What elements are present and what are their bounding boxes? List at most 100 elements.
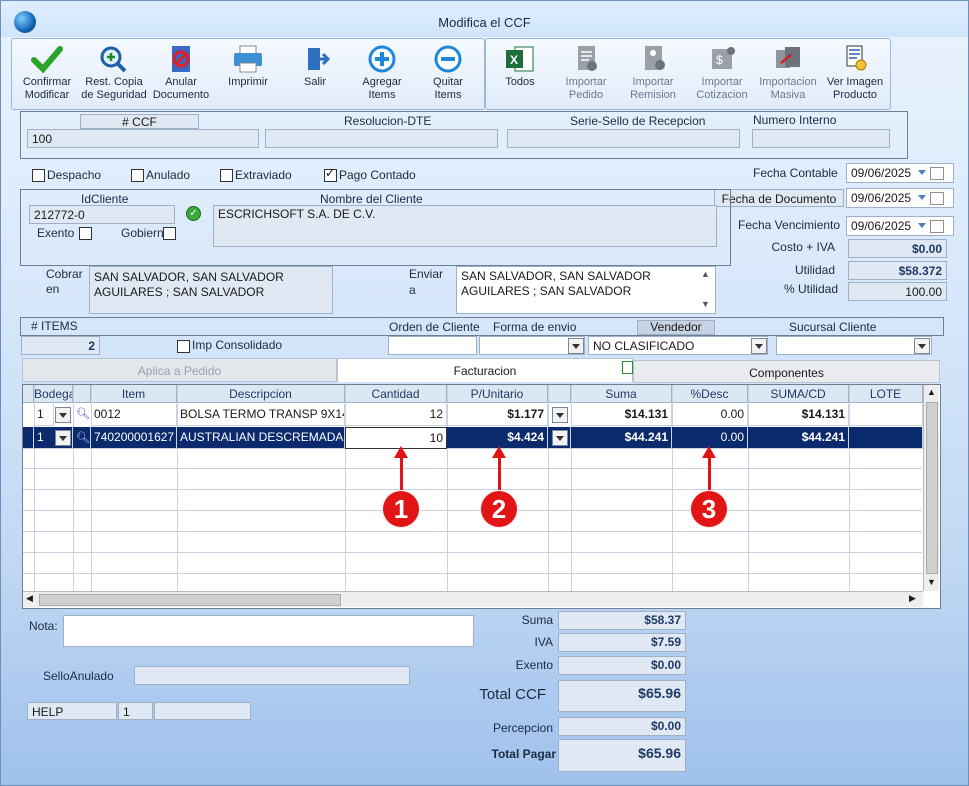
col-lote: LOTE	[849, 385, 923, 403]
row-indicator-header	[23, 385, 34, 403]
scroll-thumb[interactable]	[926, 402, 938, 574]
table-row-2-descripcion[interactable]: AUSTRALIAN DESCREMADA	[177, 427, 345, 449]
gobierno-checkbox[interactable]	[163, 227, 176, 240]
ccf-number-field[interactable]: 100	[27, 129, 259, 148]
cobrar-address-field[interactable]: SAN SALVADOR, SAN SALVADOR AGUILARES ; S…	[89, 266, 333, 314]
scroll-down-icon[interactable]: ▼	[701, 299, 710, 309]
import-order-button[interactable]: Importar Pedido	[551, 41, 621, 107]
table-row-1-punitario[interactable]: $1.177	[447, 404, 548, 426]
tab-componentes[interactable]: Componentes	[633, 360, 940, 383]
table-row-2-sumacd: $44.241	[748, 427, 849, 449]
exit-button[interactable]: Salir	[280, 41, 350, 107]
vendedor-dropdown[interactable]	[751, 338, 767, 354]
bodega-dropdown[interactable]	[55, 430, 71, 446]
ccf-window: Modifica el CCF Confirmar Modificar Rest.…	[0, 0, 969, 786]
check-icon	[31, 46, 63, 73]
import-remision-label-2: Remision	[630, 89, 676, 101]
bodega-dropdown[interactable]	[55, 407, 71, 423]
restore-backup-button[interactable]: Rest. Copia de Seguridad	[79, 41, 149, 107]
suma-label: Suma	[521, 613, 553, 627]
search-item-cell[interactable]: 🔍︎	[73, 427, 91, 449]
view-image-button[interactable]: Ver Imagen Producto	[820, 41, 890, 107]
pct-utilidad-label: % Utilidad	[783, 282, 838, 296]
table-row-2-item[interactable]: 740200001627	[91, 427, 177, 449]
cancel-document-button[interactable]: Anular Documento	[146, 41, 216, 107]
extraviado-checkbox[interactable]	[220, 169, 233, 182]
annotation-arrow-3	[708, 457, 711, 490]
nota-field[interactable]	[63, 615, 474, 647]
sucursal-dropdown[interactable]	[914, 338, 930, 354]
cancel-doc-label-2: Documento	[152, 89, 210, 101]
table-row-1-desc[interactable]: 0.00	[672, 404, 748, 426]
anulado-checkbox[interactable]	[131, 169, 144, 182]
idcliente-field[interactable]: 212772-0	[29, 205, 175, 224]
add-items-button[interactable]: Agregar Items	[347, 41, 417, 107]
serie-sello-field[interactable]	[507, 129, 740, 148]
client-verified-icon[interactable]: ✓	[186, 206, 201, 221]
scroll-left-icon[interactable]: ◀	[26, 593, 33, 604]
numero-interno-field[interactable]	[752, 129, 890, 148]
utilidad-label: Utilidad	[794, 263, 835, 277]
mass-import-icon	[776, 47, 800, 68]
despacho-checkbox[interactable]	[32, 169, 45, 182]
col-descripcion: Descripcion	[177, 385, 345, 403]
forma-envio-dropdown[interactable]	[568, 338, 584, 354]
import-quote-label-2: Cotizacion	[696, 89, 748, 101]
nombre-cliente-field[interactable]: ESCRICHSOFT S.A. DE C.V.	[213, 205, 717, 247]
enviar-line-2: AGUILARES ; SAN SALVADOR	[461, 284, 632, 298]
resolucion-field[interactable]	[265, 129, 498, 148]
table-row-1-bodega[interactable]: 1	[34, 404, 54, 426]
cancel-doc-label: Anular	[165, 76, 197, 88]
fecha-vencimiento-picker[interactable]	[916, 217, 948, 235]
hscroll-thumb[interactable]	[39, 594, 341, 606]
precio-dropdown[interactable]	[552, 430, 568, 446]
import-remision-button[interactable]: Importar Remision	[618, 41, 688, 107]
sello-anulado-field[interactable]	[134, 666, 410, 685]
imp-consolidado-label: Imp Consolidado	[192, 338, 283, 352]
numero-interno-label: Numero Interno	[753, 113, 837, 127]
col-blank	[73, 385, 91, 403]
scroll-right-icon[interactable]: ▶	[909, 593, 916, 604]
fecha-documento-picker[interactable]	[916, 189, 948, 207]
table-row-1-item[interactable]: 0012	[91, 404, 177, 426]
total-ccf-label: Total CCF	[479, 686, 546, 703]
table-row-1-descripcion[interactable]: BOLSA TERMO TRANSP 9X14	[177, 404, 345, 426]
horizontal-scrollbar[interactable]: ◀ ▶	[23, 591, 923, 607]
remove-items-label: Quitar	[433, 76, 463, 88]
add-items-label: Agregar	[362, 76, 402, 88]
calendar-icon	[930, 220, 944, 233]
remove-items-button[interactable]: Quitar Items	[413, 41, 483, 107]
import-quote-button[interactable]: $ Importar Cotizacion	[687, 41, 757, 107]
ccf-label: # CCF	[80, 114, 199, 129]
print-button[interactable]: Imprimir	[213, 41, 283, 107]
annotation-badge-2: 2	[480, 490, 518, 528]
table-row-1-lote[interactable]	[849, 404, 923, 426]
col-suma: Suma	[571, 385, 672, 403]
annotation-badge-3: 3	[690, 490, 728, 528]
tab-aplica-pedido[interactable]: Aplica a Pedido	[22, 358, 337, 382]
vendedor-select[interactable]: NO CLASIFICADO	[588, 336, 768, 355]
table-row-1-sumacd: $14.131	[748, 404, 849, 426]
vertical-scrollbar[interactable]: ▲ ▼	[923, 385, 939, 591]
col-cantidad: Cantidad	[345, 385, 447, 403]
pago-contado-checkbox[interactable]	[324, 166, 337, 182]
precio-dropdown[interactable]	[552, 407, 568, 423]
scroll-up-icon[interactable]: ▲	[927, 387, 936, 397]
confirm-button[interactable]: Confirmar Modificar	[12, 41, 82, 107]
scroll-up-icon[interactable]: ▲	[701, 269, 710, 279]
calendar-icon	[930, 192, 944, 205]
sucursal-select[interactable]	[776, 336, 932, 355]
exento-checkbox[interactable]	[79, 227, 92, 240]
export-excel-button[interactable]: X Todos	[485, 41, 555, 107]
tab-facturacion[interactable]: Facturacion	[337, 358, 633, 382]
fecha-contable-picker[interactable]	[916, 164, 948, 182]
resolucion-label: Resolucion-DTE	[344, 114, 432, 128]
orden-cliente-field[interactable]	[388, 336, 477, 355]
imp-consolidado-checkbox[interactable]	[177, 340, 190, 353]
enviar-address-field[interactable]: SAN SALVADOR, SAN SALVADOR AGUILARES ; S…	[456, 266, 716, 314]
scroll-down-icon[interactable]: ▼	[927, 577, 936, 587]
search-item-icon[interactable]: 🔍︎	[76, 407, 90, 420]
mass-import-button[interactable]: Importacion Masiva	[753, 41, 823, 107]
table-row-2-lote[interactable]	[849, 427, 923, 449]
table-row-1-cantidad[interactable]: 12	[345, 404, 447, 426]
